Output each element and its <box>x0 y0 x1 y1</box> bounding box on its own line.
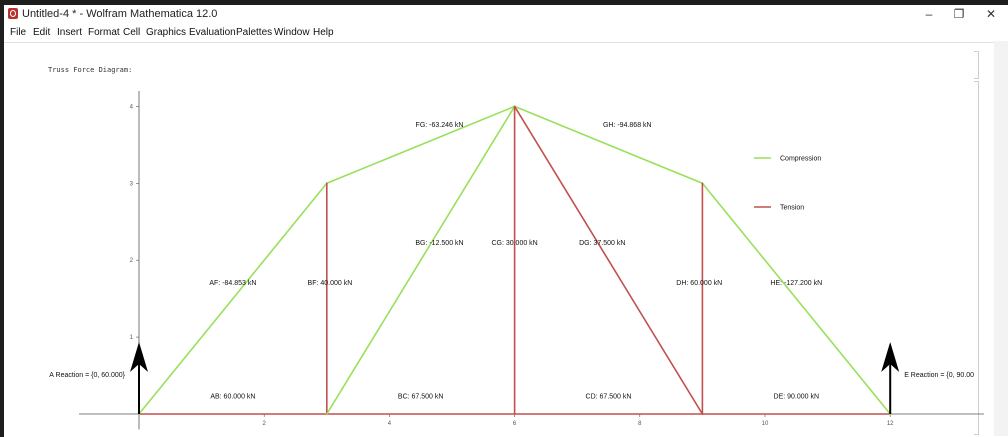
truss-diagram: 2 4 6 8 10 121234 FG: -63.246 kN GH: -94.868 k… <box>49 91 985 430</box>
close-icon[interactable]: ✕ <box>976 6 1006 22</box>
x-tick-label: 8 <box>638 421 642 427</box>
x-tick-label: 2 <box>263 421 267 427</box>
x-tick-label: 12 <box>887 421 894 427</box>
menu-cell[interactable]: Cell <box>123 27 140 38</box>
mathematica-window: Untitled-4 * - Wolfram Mathematica 12.0 … <box>4 5 1008 437</box>
y-tick-label: 3 <box>130 181 134 187</box>
y-tick-label: 1 <box>130 335 134 341</box>
menu-evaluation[interactable]: Evaluation <box>189 27 236 38</box>
force-label: HE: -127.200 kN <box>770 280 822 287</box>
menu-bar: File Edit Insert Format Cell Graphics Ev… <box>4 24 1008 41</box>
member-gh <box>513 105 704 185</box>
force-label: BG: -12.500 kN <box>415 240 463 247</box>
mathematica-icon <box>8 8 18 19</box>
legend-label-compression: Compression <box>780 156 821 163</box>
legend-label-tension: Tension <box>780 205 804 212</box>
force-label: BC: 67.500 kN <box>398 394 444 401</box>
force-label: FG: -63.246 kN <box>416 122 464 129</box>
y-tick-label: 4 <box>130 104 134 110</box>
reaction-label: E Reaction = {0, 90.00 <box>904 372 974 379</box>
menu-format[interactable]: Format <box>88 27 120 38</box>
menu-help[interactable]: Help <box>313 27 334 38</box>
force-label: BF: 40.000 kN <box>308 280 353 287</box>
title-bar: Untitled-4 * - Wolfram Mathematica 12.0 … <box>4 5 1008 23</box>
y-tick-label: 2 <box>130 258 134 264</box>
reaction-label: A Reaction = {0, 60.000} <box>49 372 125 379</box>
notebook-area[interactable]: Truss Force Diagram: 2 4 6 8 10 12 1 2 3 4 FG: -6… <box>4 42 1008 437</box>
menu-insert[interactable]: Insert <box>57 27 82 38</box>
window-title: Untitled-4 * - Wolfram Mathematica 12.0 <box>22 8 218 20</box>
force-label: DH: 60.000 kN <box>676 280 722 287</box>
member-he <box>701 182 892 415</box>
force-label: GH: -94.868 kN <box>603 122 652 129</box>
menu-file[interactable]: File <box>10 27 26 38</box>
minimize-icon[interactable]: – <box>914 6 944 22</box>
restore-icon[interactable]: ❐ <box>944 6 974 22</box>
member-af <box>138 182 328 415</box>
force-label: DG: 37.500 kN <box>579 240 625 247</box>
x-tick-label: 10 <box>762 421 769 427</box>
force-label: CG: 30.000 kN <box>491 240 537 247</box>
menu-window[interactable]: Window <box>274 27 310 38</box>
member-bg <box>325 105 516 415</box>
x-tick-label: 6 <box>513 421 517 427</box>
force-label: CD: 67.500 kN <box>586 394 632 401</box>
force-label: AB: 60.000 kN <box>210 394 255 401</box>
force-label: DE: 90.000 kN <box>774 394 820 401</box>
member-fg <box>325 105 516 185</box>
vertical-scrollbar[interactable] <box>994 41 1008 436</box>
menu-palettes[interactable]: Palettes <box>236 27 272 38</box>
member-dg <box>513 105 704 415</box>
x-tick-label: 4 <box>388 421 392 427</box>
menu-edit[interactable]: Edit <box>33 27 50 38</box>
menu-graphics[interactable]: Graphics <box>146 27 186 38</box>
force-label: AF: -84.853 kN <box>209 280 256 287</box>
